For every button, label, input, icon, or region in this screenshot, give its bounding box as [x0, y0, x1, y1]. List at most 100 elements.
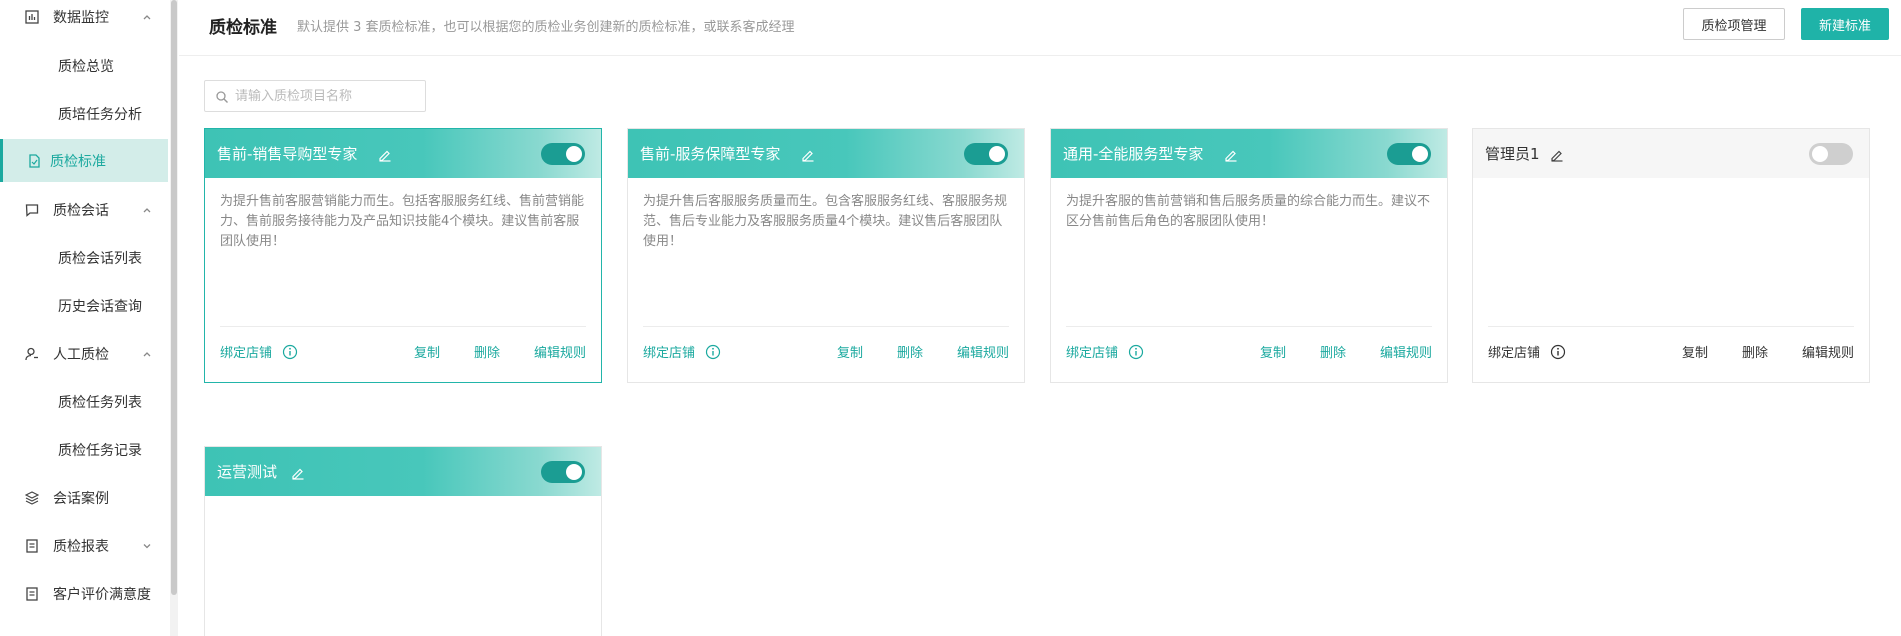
standard-card[interactable]: 管理员1 绑定店铺 复制 删除 编辑规则: [1472, 128, 1870, 383]
delete-link[interactable]: 删除: [1320, 342, 1346, 361]
card-title: 通用-全能服务型专家: [1063, 145, 1204, 163]
sidebar-item-qc-standard[interactable]: 质检标准: [0, 139, 168, 182]
info-icon[interactable]: [1550, 344, 1566, 360]
edit-pencil-icon[interactable]: [801, 147, 815, 162]
card-description: 为提升售后客服服务质量而生。包含客服服务红线、客服服务规范、售后专业能力及客服服…: [643, 194, 1008, 249]
report-icon: [24, 538, 40, 554]
bar-chart-icon: [24, 9, 40, 25]
chevron-up-icon: [141, 348, 153, 360]
sidebar-item-session-list[interactable]: 质检会话列表: [0, 235, 168, 281]
search-box[interactable]: [204, 80, 426, 112]
sidebar-item-data-monitor[interactable]: 数据监控: [0, 0, 168, 40]
sidebar-item-task-records[interactable]: 质检任务记录: [0, 427, 168, 473]
copy-link[interactable]: 复制: [1682, 342, 1708, 361]
sidebar-item-label: 会话案例: [53, 491, 109, 507]
edit-rules-link[interactable]: 编辑规则: [1380, 342, 1432, 361]
card-footer: 绑定店铺 复制 删除 编辑规则: [220, 326, 586, 376]
edit-rules-link[interactable]: 编辑规则: [1802, 342, 1854, 361]
chat-bubble-icon: [24, 202, 40, 218]
sidebar-item-label: 质检会话: [53, 203, 109, 219]
chevron-up-icon: [141, 204, 153, 216]
card-description: 为提升客服的售前营销和售后服务质量的综合能力而生。建议不区分售前售后角色的客服团…: [1066, 194, 1431, 229]
sidebar-item-manual-qc[interactable]: 人工质检: [0, 331, 168, 377]
copy-link[interactable]: 复制: [1260, 342, 1286, 361]
card-header: 运营测试: [205, 447, 601, 496]
card-header: 售前-服务保障型专家: [628, 129, 1024, 178]
standard-card[interactable]: 通用-全能服务型专家 为提升客服的售前营销和售后服务质量的综合能力而生。建议不区…: [1050, 128, 1448, 383]
enable-toggle[interactable]: [964, 143, 1008, 165]
bind-store-link[interactable]: 绑定店铺: [1066, 342, 1118, 361]
page-header: 质检标准 默认提供 3 套质检标准，也可以根据您的质检业务创建新的质检标准，或联…: [179, 0, 1901, 56]
card-header: 售前-销售导购型专家: [205, 129, 601, 178]
sidebar-item-history-query[interactable]: 历史会话查询: [0, 283, 168, 329]
info-icon[interactable]: [1128, 344, 1144, 360]
edit-pencil-icon[interactable]: [378, 147, 392, 162]
sidebar-item-label: 数据监控: [53, 10, 109, 26]
edit-pencil-icon[interactable]: [291, 465, 305, 480]
sidebar-item-task-list[interactable]: 质检任务列表: [0, 379, 168, 425]
sidebar-scrollbar[interactable]: [170, 0, 178, 636]
new-standard-button[interactable]: 新建标准: [1801, 8, 1889, 40]
report-icon: [24, 586, 40, 602]
card-title: 运营测试: [217, 463, 278, 481]
toggle-knob: [1412, 146, 1428, 162]
bind-store-link[interactable]: 绑定店铺: [643, 342, 695, 361]
toggle-knob: [1812, 146, 1828, 162]
user-icon: [24, 346, 40, 362]
card-footer: 绑定店铺 复制 删除 编辑规则: [1066, 326, 1432, 376]
sidebar-item-label: 质检报表: [53, 539, 109, 555]
app-root: 数据监控 质检总览 质培任务分析 质检标准 质检会话 质检会话列表 历史会话查询: [0, 0, 1901, 636]
card-description: 为提升售前客服营销能力而生。包括客服服务红线、售前营销能力、售前服务接待能力及产…: [220, 194, 585, 249]
standard-card[interactable]: 售前-服务保障型专家 为提升售后客服服务质量而生。包含客服服务红线、客服服务规范…: [627, 128, 1025, 383]
delete-link[interactable]: 删除: [474, 342, 500, 361]
sidebar-item-label: 历史会话查询: [58, 299, 142, 315]
card-title: 售前-服务保障型专家: [640, 145, 781, 163]
standard-card[interactable]: 售前-销售导购型专家 为提升售前客服营销能力而生。包括客服服务红线、售前营销能力…: [204, 128, 602, 383]
page-description: 默认提供 3 套质检标准，也可以根据您的质检业务创建新的质检标准，或联系客成经理: [297, 20, 795, 35]
copy-link[interactable]: 复制: [837, 342, 863, 361]
enable-toggle[interactable]: [541, 461, 585, 483]
edit-pencil-icon[interactable]: [1224, 147, 1238, 162]
bind-store-link[interactable]: 绑定店铺: [1488, 342, 1540, 361]
chevron-down-icon: [141, 540, 153, 552]
sidebar-item-qc-session[interactable]: 质检会话: [0, 187, 168, 233]
edit-rules-link[interactable]: 编辑规则: [957, 342, 1009, 361]
sidebar-item-training-analysis[interactable]: 质培任务分析: [0, 91, 168, 137]
card-footer: 绑定店铺 复制 删除 编辑规则: [1488, 326, 1854, 376]
sidebar-item-customer-satisfaction[interactable]: 客户评价满意度: [0, 571, 168, 617]
sidebar-item-label: 质检会话列表: [58, 251, 142, 267]
search-input[interactable]: [235, 88, 415, 104]
info-icon[interactable]: [705, 344, 721, 360]
card-header: 管理员1: [1473, 129, 1869, 178]
toggle-knob: [566, 146, 582, 162]
sidebar-item-qc-overview[interactable]: 质检总览: [0, 43, 168, 89]
sidebar-item-label: 客户评价满意度: [53, 587, 151, 603]
delete-link[interactable]: 删除: [897, 342, 923, 361]
standard-card[interactable]: 运营测试: [204, 446, 602, 636]
document-check-icon: [26, 153, 42, 169]
card-title: 售前-销售导购型专家: [217, 145, 358, 163]
edit-pencil-icon[interactable]: [1550, 147, 1564, 162]
enable-toggle[interactable]: [1809, 143, 1853, 165]
sidebar-item-label: 质检任务记录: [58, 443, 142, 459]
enable-toggle[interactable]: [1387, 143, 1431, 165]
scrollbar-thumb[interactable]: [171, 0, 177, 595]
sidebar-item-label: 质培任务分析: [58, 107, 142, 123]
edit-rules-link[interactable]: 编辑规则: [534, 342, 586, 361]
card-title: 管理员1: [1485, 145, 1540, 163]
card-header: 通用-全能服务型专家: [1051, 129, 1447, 178]
bind-store-link[interactable]: 绑定店铺: [220, 342, 272, 361]
layers-icon: [24, 490, 40, 506]
toggle-knob: [989, 146, 1005, 162]
sidebar-item-session-cases[interactable]: 会话案例: [0, 475, 168, 521]
enable-toggle[interactable]: [541, 143, 585, 165]
sidebar-item-qc-report[interactable]: 质检报表: [0, 523, 168, 569]
sidebar-item-label: 人工质检: [53, 347, 109, 363]
card-footer: 绑定店铺 复制 删除 编辑规则: [643, 326, 1009, 376]
chevron-up-icon: [141, 11, 153, 23]
sidebar: 数据监控 质检总览 质培任务分析 质检标准 质检会话 质检会话列表 历史会话查询: [0, 0, 170, 636]
info-icon[interactable]: [282, 344, 298, 360]
delete-link[interactable]: 删除: [1742, 342, 1768, 361]
copy-link[interactable]: 复制: [414, 342, 440, 361]
manage-qc-items-button[interactable]: 质检项管理: [1683, 8, 1785, 40]
